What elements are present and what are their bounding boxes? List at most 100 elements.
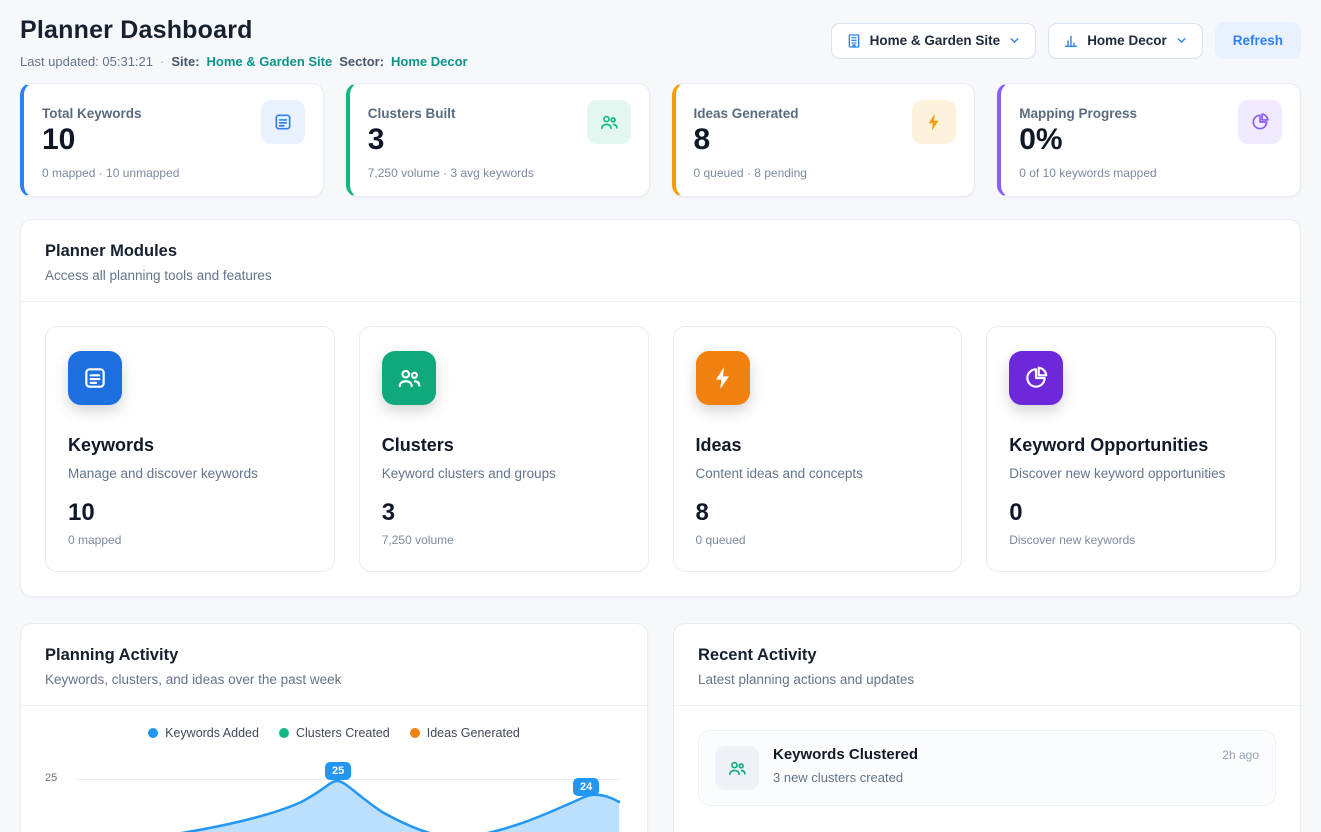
stat-label: Mapping Progress — [1019, 100, 1137, 121]
stat-value: 8 — [694, 123, 799, 157]
lightning-icon — [696, 351, 750, 405]
stat-top: Total Keywords 10 — [42, 100, 305, 157]
last-updated-text: Last updated: 05:31:21 — [20, 54, 153, 69]
recent-activity-card: Recent Activity Latest planning actions … — [673, 623, 1301, 832]
recent-activity-title: Recent Activity — [698, 646, 1276, 665]
module-card-keyword-opportunities[interactable]: Keyword Opportunities Discover new keywo… — [986, 326, 1276, 572]
legend-dot-blue — [148, 728, 158, 738]
module-value: 8 — [696, 499, 940, 527]
stat-detail: 0 mapped · 10 unmapped — [42, 166, 305, 180]
users-icon — [587, 100, 631, 144]
module-detail: 7,250 volume — [382, 533, 626, 547]
module-detail: 0 mapped — [68, 533, 312, 547]
activity-item-timestamp: 2h ago — [1222, 748, 1259, 762]
stat-detail: 0 of 10 keywords mapped — [1019, 166, 1282, 180]
legend-clusters-created[interactable]: Clusters Created — [279, 726, 390, 740]
site-selector-dropdown[interactable]: Home & Garden Site — [831, 23, 1037, 59]
chart-legend: Keywords Added Clusters Created Ideas Ge… — [21, 706, 647, 748]
meta-line: Last updated: 05:31:21 · Site: Home & Ga… — [20, 54, 468, 69]
stat-text: Clusters Built 3 — [368, 100, 456, 157]
site-icon — [846, 33, 862, 49]
module-card-keywords[interactable]: Keywords Manage and discover keywords 10… — [45, 326, 335, 572]
activity-list-item[interactable]: Keywords Clustered 2h ago 3 new clusters… — [698, 730, 1276, 806]
chevron-down-icon — [1175, 34, 1188, 47]
activity-item-body: Keywords Clustered 2h ago 3 new clusters… — [773, 746, 1259, 785]
stat-detail: 7,250 volume · 3 avg keywords — [368, 166, 631, 180]
refresh-button[interactable]: Refresh — [1215, 22, 1301, 59]
data-point-label: 24 — [573, 778, 599, 796]
planning-activity-title: Planning Activity — [45, 646, 623, 665]
module-detail: 0 queued — [696, 533, 940, 547]
legend-dot-orange — [410, 728, 420, 738]
planning-activity-header: Planning Activity Keywords, clusters, an… — [21, 624, 647, 706]
page-title: Planner Dashboard — [20, 16, 468, 45]
stat-card-mapping-progress: Mapping Progress 0% 0 of 10 keywords map… — [997, 83, 1301, 197]
legend-label: Ideas Generated — [427, 726, 520, 740]
modules-header: Planner Modules Access all planning tool… — [21, 220, 1300, 302]
stat-value: 10 — [42, 123, 142, 157]
stat-top: Mapping Progress 0% — [1019, 100, 1282, 157]
stat-card-ideas-generated: Ideas Generated 8 0 queued · 8 pending — [672, 83, 976, 197]
modules-subtitle: Access all planning tools and features — [45, 268, 1276, 283]
topbar-controls: Home & Garden Site Home Decor Refresh — [831, 16, 1301, 59]
activity-line-chart[interactable]: 25 25 24 — [45, 756, 623, 832]
meta-separator: · — [160, 54, 164, 69]
sector-label: Sector: — [339, 54, 384, 69]
planning-activity-subtitle: Keywords, clusters, and ideas over the p… — [45, 672, 623, 687]
stat-top: Ideas Generated 8 — [694, 100, 957, 157]
stat-value: 3 — [368, 123, 456, 157]
module-description: Keyword clusters and groups — [382, 466, 626, 481]
users-icon — [715, 746, 759, 790]
recent-activity-subtitle: Latest planning actions and updates — [698, 672, 1276, 687]
topbar-left: Planner Dashboard Last updated: 05:31:21… — [20, 16, 468, 69]
module-card-clusters[interactable]: Clusters Keyword clusters and groups 3 7… — [359, 326, 649, 572]
legend-label: Keywords Added — [165, 726, 259, 740]
stat-label: Ideas Generated — [694, 100, 799, 121]
modules-title: Planner Modules — [45, 242, 1276, 261]
stat-label: Total Keywords — [42, 100, 142, 121]
stat-text: Mapping Progress 0% — [1019, 100, 1137, 157]
legend-ideas-generated[interactable]: Ideas Generated — [410, 726, 520, 740]
stat-card-clusters-built: Clusters Built 3 7,250 volume · 3 avg ke… — [346, 83, 650, 197]
module-title: Ideas — [696, 435, 940, 456]
stat-text: Ideas Generated 8 — [694, 100, 799, 157]
legend-keywords-added[interactable]: Keywords Added — [148, 726, 259, 740]
stat-value: 0% — [1019, 123, 1137, 157]
pie-chart-icon — [1009, 351, 1063, 405]
activity-item-description: 3 new clusters created — [773, 770, 1259, 785]
site-selector-label: Home & Garden Site — [870, 33, 1001, 48]
module-value: 10 — [68, 499, 312, 527]
module-card-ideas[interactable]: Ideas Content ideas and concepts 8 0 que… — [673, 326, 963, 572]
legend-label: Clusters Created — [296, 726, 390, 740]
lightning-icon — [912, 100, 956, 144]
stat-text: Total Keywords 10 — [42, 100, 142, 157]
module-value: 0 — [1009, 499, 1253, 527]
activity-item-top: Keywords Clustered 2h ago — [773, 746, 1259, 763]
planning-activity-card: Planning Activity Keywords, clusters, an… — [20, 623, 648, 832]
stat-top: Clusters Built 3 — [368, 100, 631, 157]
sector-selector-dropdown[interactable]: Home Decor — [1048, 23, 1203, 59]
planner-modules-section: Planner Modules Access all planning tool… — [20, 219, 1301, 597]
sector-link[interactable]: Home Decor — [391, 54, 468, 69]
data-point-label: 25 — [325, 762, 351, 780]
module-description: Content ideas and concepts — [696, 466, 940, 481]
document-list-icon — [261, 100, 305, 144]
module-title: Keywords — [68, 435, 312, 456]
document-list-icon — [68, 351, 122, 405]
bottom-row: Planning Activity Keywords, clusters, an… — [20, 623, 1301, 832]
module-title: Clusters — [382, 435, 626, 456]
site-link[interactable]: Home & Garden Site — [207, 54, 333, 69]
stat-detail: 0 queued · 8 pending — [694, 166, 957, 180]
module-value: 3 — [382, 499, 626, 527]
planner-dashboard-page: Planner Dashboard Last updated: 05:31:21… — [0, 0, 1321, 832]
users-icon — [382, 351, 436, 405]
stats-row: Total Keywords 10 0 mapped · 10 unmapped… — [20, 83, 1301, 197]
chevron-down-icon — [1008, 34, 1021, 47]
module-description: Manage and discover keywords — [68, 466, 312, 481]
recent-activity-header: Recent Activity Latest planning actions … — [674, 624, 1300, 706]
site-label: Site: — [171, 54, 199, 69]
module-title: Keyword Opportunities — [1009, 435, 1253, 456]
legend-dot-green — [279, 728, 289, 738]
stat-card-total-keywords: Total Keywords 10 0 mapped · 10 unmapped — [20, 83, 324, 197]
modules-grid: Keywords Manage and discover keywords 10… — [21, 302, 1300, 596]
